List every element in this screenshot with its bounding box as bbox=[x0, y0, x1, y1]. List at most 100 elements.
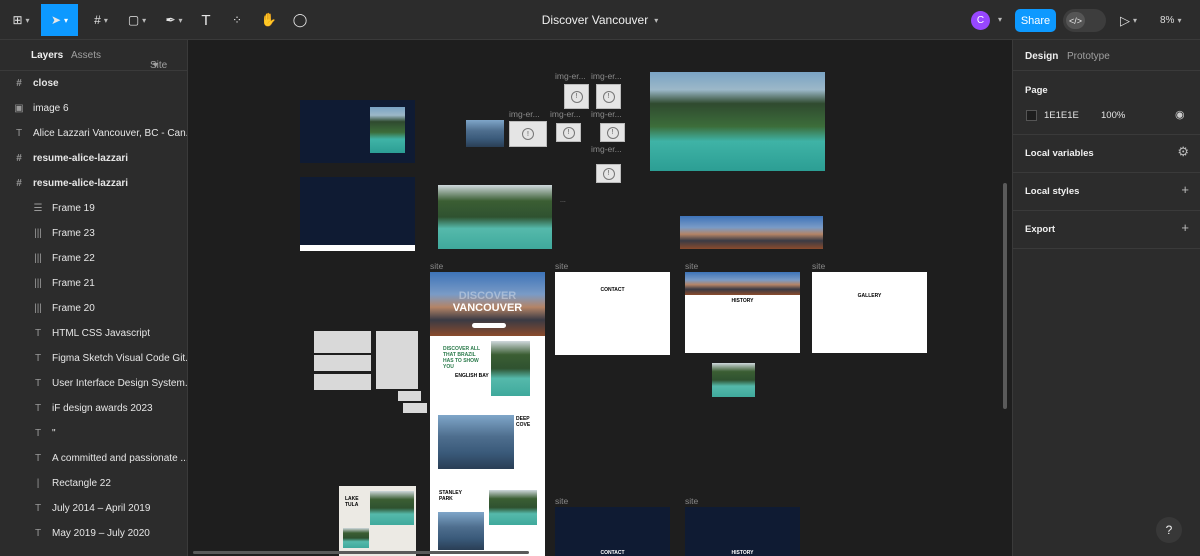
site-gallery-frame[interactable]: GALLERY bbox=[812, 272, 927, 353]
city-image[interactable] bbox=[680, 216, 823, 249]
layer-item[interactable]: # resume-alice-lazzari bbox=[0, 171, 187, 196]
wireframe-block[interactable] bbox=[398, 391, 421, 401]
layer-name: image 6 bbox=[33, 103, 69, 114]
layer-name: Frame 20 bbox=[52, 303, 95, 314]
canvas-horizontal-scrollbar[interactable] bbox=[193, 551, 529, 554]
layer-item[interactable]: # close bbox=[0, 71, 187, 96]
layer-item[interactable]: T July 2014 – April 2019 bbox=[0, 496, 187, 521]
layer-item[interactable]: ||| Frame 23 bbox=[0, 221, 187, 246]
deep-cove-image bbox=[438, 415, 514, 469]
wireframe-block[interactable] bbox=[314, 374, 371, 390]
resume-footer-bar bbox=[300, 245, 415, 251]
variables-settings-icon[interactable]: ⚙ bbox=[1177, 144, 1189, 160]
site-history-frame[interactable]: HISTORY bbox=[685, 272, 800, 353]
layer-name: close bbox=[33, 78, 59, 89]
site-contact-frame[interactable]: CONTACT bbox=[555, 272, 670, 355]
text-tool-button[interactable]: T bbox=[195, 4, 217, 36]
hand-tool-button[interactable]: ✋ bbox=[258, 4, 280, 36]
layer-name: A committed and passionate ... bbox=[52, 453, 187, 464]
stanley-park-image-2 bbox=[438, 512, 484, 550]
layer-item[interactable]: TiF design awards 2023 bbox=[0, 396, 187, 421]
canvas-vertical-scrollbar[interactable] bbox=[1003, 183, 1007, 409]
export-section[interactable]: Export + bbox=[1013, 211, 1200, 249]
present-button[interactable]: ▷ ▾ bbox=[1120, 10, 1137, 31]
add-export-icon[interactable]: + bbox=[1181, 220, 1189, 235]
ocean-image[interactable] bbox=[466, 120, 504, 147]
layer-item[interactable]: T A committed and passionate ... bbox=[0, 446, 187, 471]
canvas[interactable]: img-er... img-er... img-er... img-er... … bbox=[188, 40, 1012, 556]
layer-item[interactable]: # resume-alice-lazzari bbox=[0, 146, 187, 171]
frame-label-site: site bbox=[555, 496, 569, 506]
page-color-swatch[interactable] bbox=[1026, 110, 1037, 121]
image-placeholder[interactable]: ! bbox=[509, 121, 547, 147]
pen-tool-button[interactable]: ✒ ▾ bbox=[157, 4, 191, 36]
layer-item[interactable]: ||| Frame 20 bbox=[0, 296, 187, 321]
add-style-icon[interactable]: + bbox=[1181, 182, 1189, 197]
layer-item[interactable]: ||| Frame 21 bbox=[0, 271, 187, 296]
page-opacity-value[interactable]: 100% bbox=[1101, 110, 1125, 121]
play-icon: ▷ bbox=[1120, 12, 1130, 28]
lake-hero-image[interactable] bbox=[650, 72, 825, 171]
figma-menu-icon: ⊞ bbox=[12, 13, 23, 27]
wireframe-block[interactable] bbox=[314, 355, 371, 371]
site-home-frame[interactable]: DISCOVER VANCOUVER DISCOVER ALL THAT BRA… bbox=[430, 272, 545, 556]
comment-tool-button[interactable]: ◯ bbox=[289, 4, 311, 36]
layer-item[interactable]: T HTML CSS Javascript bbox=[0, 321, 187, 346]
chevron-down-icon[interactable]: ▾ bbox=[998, 15, 1002, 24]
layer-item[interactable]: ☰ Frame 19 bbox=[0, 196, 187, 221]
layer-item[interactable]: | Rectangle 22 bbox=[0, 471, 187, 496]
lake-tula-card[interactable]: LAKE TULA bbox=[339, 486, 416, 556]
pen-icon: ✒ bbox=[165, 13, 176, 27]
main-menu-button[interactable]: ⊞ ▾ bbox=[4, 4, 38, 36]
page-color-value[interactable]: 1E1E1E bbox=[1044, 110, 1079, 121]
layer-item[interactable]: ▣ image 6 bbox=[0, 96, 187, 121]
tab-prototype[interactable]: Prototype bbox=[1067, 51, 1110, 62]
zoom-dropdown[interactable]: 8% ▾ bbox=[1160, 10, 1181, 31]
small-lake-image[interactable] bbox=[712, 363, 755, 397]
layer-item[interactable]: T User Interface Design System... bbox=[0, 371, 187, 396]
image-placeholder[interactable]: ! bbox=[600, 123, 625, 142]
shape-tool-button[interactable]: ▢ ▾ bbox=[120, 4, 154, 36]
lake-tula-image-2 bbox=[343, 528, 369, 548]
layer-item[interactable]: T Alice Lazzari Vancouver, BC - Can... bbox=[0, 121, 187, 146]
image-placeholder[interactable]: ! bbox=[596, 84, 621, 109]
eye-icon[interactable]: ◉ bbox=[1175, 108, 1185, 121]
wireframe-block[interactable] bbox=[403, 403, 427, 413]
layer-item[interactable]: T May 2019 – July 2020 bbox=[0, 521, 187, 546]
site-contact-dark-frame[interactable]: CONTACT bbox=[555, 507, 670, 556]
layer-item[interactable]: T Figma Sketch Visual Code Git... bbox=[0, 346, 187, 371]
wireframe-block[interactable] bbox=[314, 331, 371, 353]
dev-mode-toggle[interactable]: </> bbox=[1063, 9, 1106, 32]
chevron-down-icon: ▾ bbox=[64, 15, 69, 25]
img-error-label: img-er... bbox=[591, 71, 622, 81]
file-title[interactable]: Discover Vancouver ▾ bbox=[480, 0, 720, 40]
move-tool-button[interactable]: ➤ ▾ bbox=[41, 4, 78, 36]
tab-design[interactable]: Design bbox=[1025, 51, 1058, 62]
local-styles-section[interactable]: Local styles + bbox=[1013, 173, 1200, 211]
site-history-dark-frame[interactable]: HISTORY bbox=[685, 507, 800, 556]
lake-image-2[interactable] bbox=[438, 185, 552, 249]
layer-name: Figma Sketch Visual Code Git... bbox=[52, 353, 187, 364]
avatar[interactable]: C bbox=[971, 11, 990, 30]
layer-item[interactable]: ||| Frame 22 bbox=[0, 246, 187, 271]
image-error-icon: ! bbox=[606, 126, 619, 139]
frame-tool-button[interactable]: # ▾ bbox=[84, 4, 118, 36]
image-error-icon: ! bbox=[522, 128, 534, 140]
image-placeholder[interactable]: ! bbox=[556, 123, 581, 142]
resources-button[interactable]: ⁘ bbox=[226, 4, 248, 36]
image-placeholder[interactable]: ! bbox=[596, 164, 621, 183]
tab-layers[interactable]: Layers bbox=[31, 50, 63, 61]
layer-item[interactable]: T " bbox=[0, 421, 187, 446]
layer-name: Alice Lazzari Vancouver, BC - Can... bbox=[33, 128, 187, 139]
local-variables-section[interactable]: Local variables ⚙ bbox=[1013, 135, 1200, 173]
wireframe-block[interactable] bbox=[376, 331, 418, 389]
tab-assets[interactable]: Assets bbox=[71, 50, 101, 61]
lake-tula-image bbox=[370, 491, 414, 525]
help-button[interactable]: ? bbox=[1156, 517, 1182, 543]
components-icon: ⁘ bbox=[231, 13, 243, 27]
right-panel-tabs: Design Prototype bbox=[1013, 40, 1200, 71]
resume-frame-2[interactable] bbox=[300, 177, 415, 251]
image-placeholder[interactable]: ! bbox=[564, 84, 589, 109]
resume-frame[interactable] bbox=[300, 100, 415, 163]
share-button[interactable]: Share bbox=[1015, 9, 1056, 32]
